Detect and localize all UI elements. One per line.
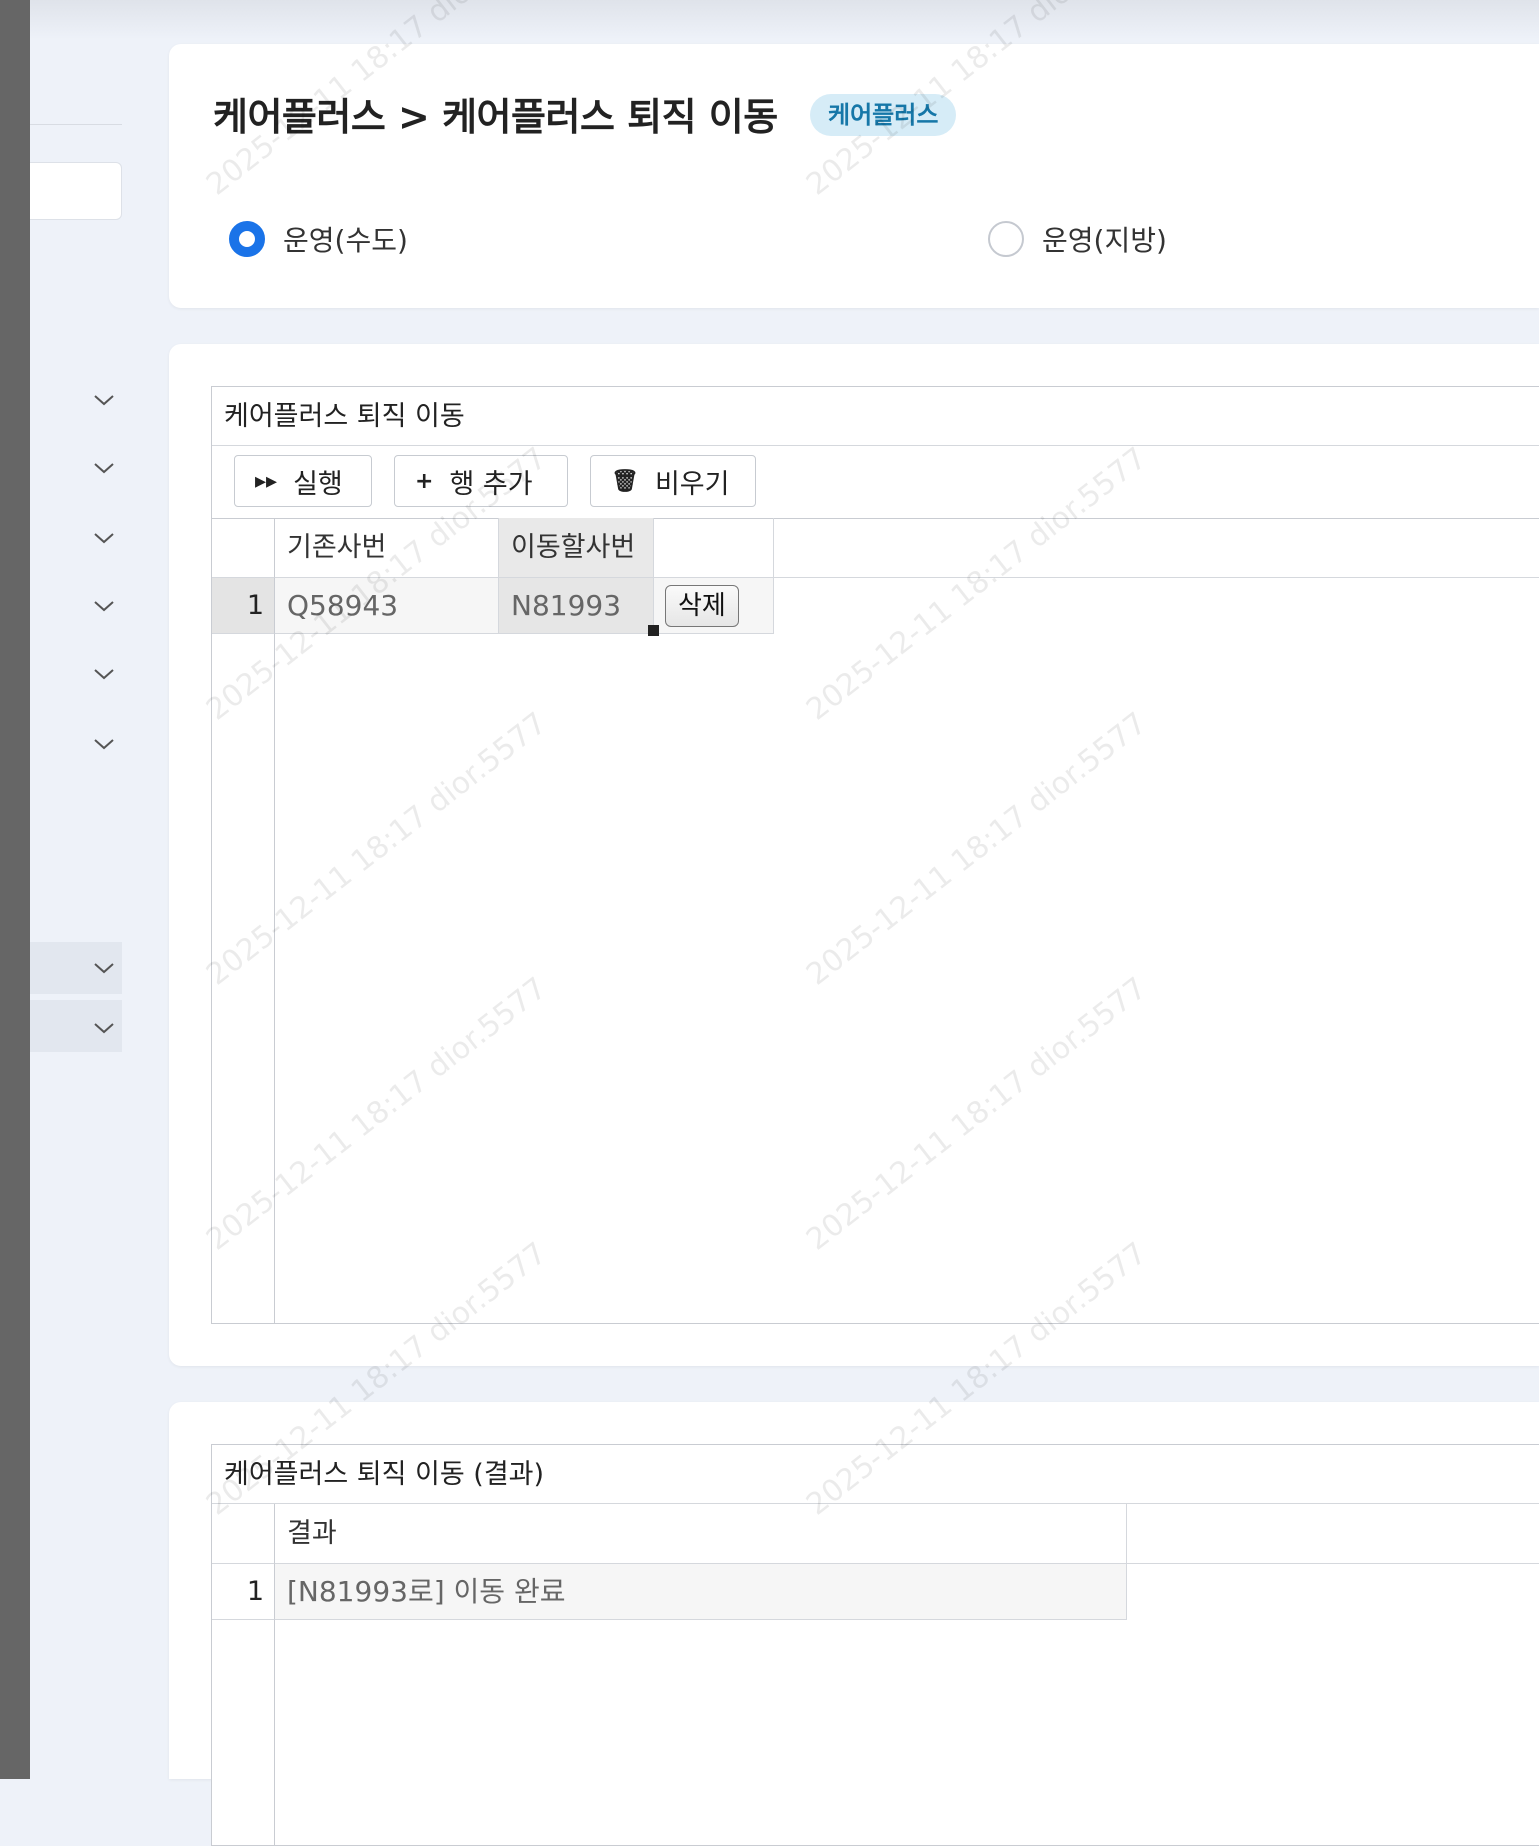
- column-header-old-id[interactable]: 기존사번: [275, 518, 499, 578]
- top-shade: [30, 0, 1539, 40]
- left-edge-bar: [0, 0, 30, 1779]
- result-card: 케어플러스 퇴직 이동 (결과) 결과 1 [N81993로] 이동 완료: [169, 1402, 1539, 1846]
- radio-unselected-icon[interactable]: [988, 221, 1024, 257]
- chevron-down-icon[interactable]: [92, 456, 116, 480]
- row-number: 1: [212, 578, 275, 634]
- result-grid: 결과 1 [N81993로] 이동 완료: [212, 1504, 1539, 1845]
- cell-old-id[interactable]: Q58943: [275, 578, 499, 634]
- sidebar-divider: [30, 124, 122, 125]
- panel-title: 케어플러스 퇴직 이동 (결과): [212, 1445, 1539, 1504]
- fill-handle[interactable]: [648, 625, 659, 636]
- trash-icon: 🗑: [611, 468, 639, 494]
- column-header-result[interactable]: 결과: [275, 1504, 1127, 1564]
- main-card: 케어플러스 퇴직 이동 ▸▸ 실행 + 행 추가 🗑 비우기 기존사번 이동할사…: [169, 344, 1539, 1366]
- row-number: 1: [212, 1564, 275, 1620]
- chevron-down-icon[interactable]: [92, 732, 116, 756]
- radio-label: 운영(수도): [283, 224, 408, 257]
- cell-new-id[interactable]: N81993: [499, 578, 654, 634]
- radio-label: 운영(지방): [1042, 224, 1167, 257]
- row-header-column: [212, 518, 275, 1323]
- column-header-action: [654, 518, 774, 578]
- delete-row-button[interactable]: 삭제: [665, 585, 739, 627]
- chevron-down-icon[interactable]: [92, 1016, 116, 1040]
- run-icon: ▸▸: [255, 468, 278, 494]
- page-title: 케어플러스 > 케어플러스 퇴직 이동: [213, 95, 778, 139]
- radio-selected-icon[interactable]: [229, 221, 265, 257]
- category-badge: 케어플러스: [810, 94, 957, 136]
- cell-result[interactable]: [N81993로] 이동 완료: [275, 1564, 1127, 1620]
- chevron-down-icon[interactable]: [92, 662, 116, 686]
- header-divider: [774, 577, 1539, 578]
- run-button[interactable]: ▸▸ 실행: [234, 455, 372, 507]
- add-row-button[interactable]: + 행 추가: [394, 455, 568, 507]
- chevron-down-icon[interactable]: [92, 594, 116, 618]
- chevron-down-icon[interactable]: [92, 526, 116, 550]
- header-card: 케어플러스 > 케어플러스 퇴직 이동 케어플러스 운영(수도) 운영(지방): [169, 44, 1539, 308]
- chevron-down-icon[interactable]: [92, 956, 116, 980]
- chevron-down-icon[interactable]: [92, 388, 116, 412]
- grid-corner: [212, 1504, 275, 1564]
- result-panel: 케어플러스 퇴직 이동 (결과) 결과 1 [N81993로] 이동 완료: [211, 1444, 1539, 1846]
- column-header-new-id[interactable]: 이동할사번: [499, 518, 654, 578]
- panel-title: 케어플러스 퇴직 이동: [212, 387, 1539, 446]
- transfer-panel: 케어플러스 퇴직 이동 ▸▸ 실행 + 행 추가 🗑 비우기 기존사번 이동할사…: [211, 386, 1539, 1324]
- radio-option-regional[interactable]: 운영(지방): [988, 219, 1167, 259]
- transfer-grid: 기존사번 이동할사번 1 Q58943 N81993 삭제: [212, 518, 1539, 1323]
- radio-option-metro[interactable]: 운영(수도): [229, 219, 408, 259]
- header-divider: [1127, 1563, 1539, 1564]
- grid-corner: [212, 518, 275, 578]
- toolbar: ▸▸ 실행 + 행 추가 🗑 비우기: [212, 446, 1539, 519]
- sidebar-search-box[interactable]: [30, 162, 122, 220]
- plus-icon: +: [415, 468, 434, 494]
- clear-button[interactable]: 🗑 비우기: [590, 455, 756, 507]
